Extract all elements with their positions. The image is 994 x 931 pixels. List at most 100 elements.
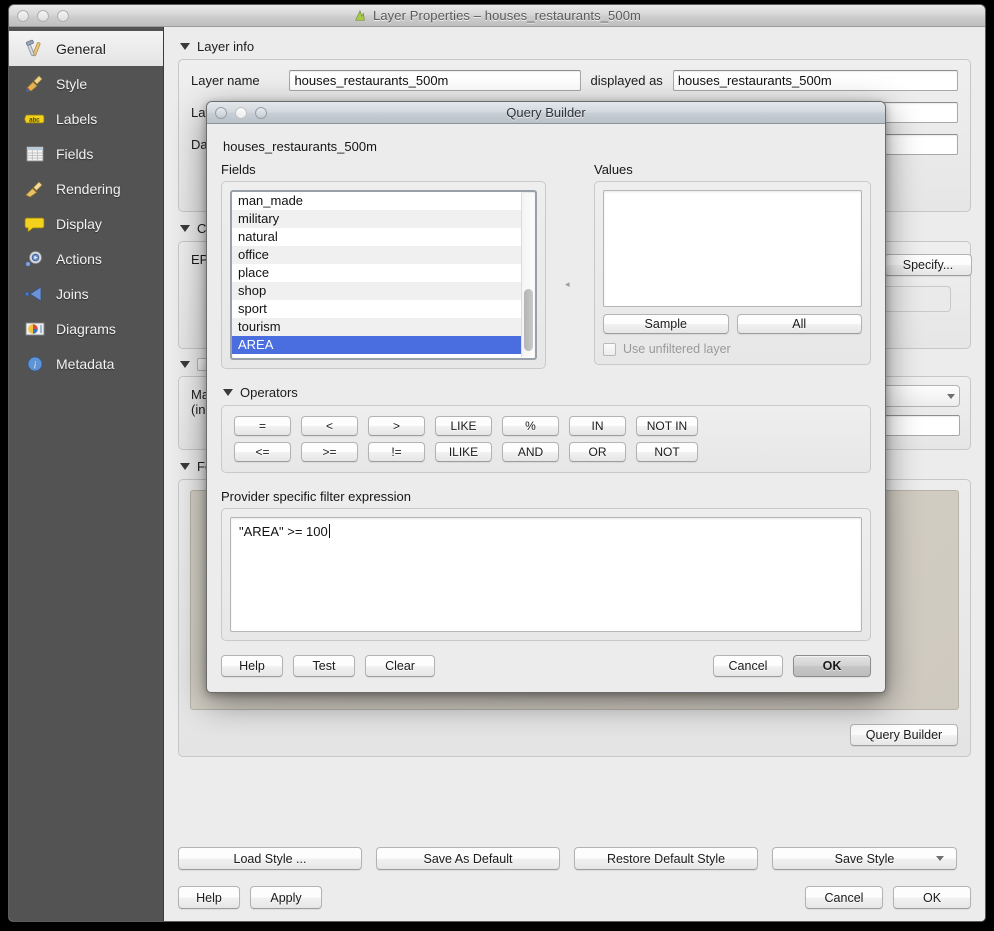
layer-name-input[interactable]: houses_restaurants_500m <box>289 70 580 91</box>
operators-label: Operators <box>240 385 298 400</box>
minimize-button[interactable] <box>37 10 49 22</box>
chevron-down-icon[interactable] <box>936 856 944 861</box>
sidebar-item-label: Metadata <box>56 356 114 372</box>
main-titlebar[interactable]: Layer Properties – houses_restaurants_50… <box>9 5 985 27</box>
qb-buttons-left: Help Test Clear <box>221 655 435 677</box>
list-item[interactable]: tourism <box>232 318 521 336</box>
collapse-triangle-icon[interactable] <box>180 225 190 232</box>
load-style-button[interactable]: Load Style ... <box>178 847 362 870</box>
query-builder-button[interactable]: Query Builder <box>850 724 958 746</box>
sample-values-button[interactable]: Sample <box>603 314 729 334</box>
operator-or-button[interactable]: OR <box>569 442 626 462</box>
query-builder-titlebar[interactable]: Query Builder <box>207 102 885 124</box>
sidebar-item-label: Rendering <box>56 181 121 197</box>
layer-name-row: Layer name houses_restaurants_500m displ… <box>191 70 958 91</box>
sidebar-item-actions[interactable]: Actions <box>9 241 163 276</box>
use-unfiltered-layer-checkbox <box>603 343 616 356</box>
sidebar-item-metadata[interactable]: i Metadata <box>9 346 163 381</box>
values-buttons-row: Sample All <box>603 314 862 334</box>
collapse-triangle-icon[interactable] <box>223 389 233 396</box>
list-item[interactable]: place <box>232 264 521 282</box>
values-label: Values <box>594 162 871 177</box>
operator-less-equal-button[interactable]: <= <box>234 442 291 462</box>
collapse-triangle-icon[interactable] <box>180 463 190 470</box>
cancel-button[interactable]: Cancel <box>805 886 883 909</box>
qb-minimize-button[interactable] <box>235 107 247 119</box>
qb-zoom-button[interactable] <box>255 107 267 119</box>
svg-text:i: i <box>34 360 37 371</box>
list-item[interactable]: sport <box>232 300 521 318</box>
list-item[interactable]: office <box>232 246 521 264</box>
sidebar-item-label: Diagrams <box>56 321 116 337</box>
operator-not-button[interactable]: NOT <box>636 442 698 462</box>
list-item[interactable]: natural <box>232 228 521 246</box>
sidebar-item-display[interactable]: Display <box>9 206 163 241</box>
sidebar-item-rendering[interactable]: Rendering <box>9 171 163 206</box>
operator-not-in-button[interactable]: NOT IN <box>636 416 698 436</box>
sidebar-item-style[interactable]: Style <box>9 66 163 101</box>
values-listbox[interactable] <box>603 190 862 307</box>
qb-test-button[interactable]: Test <box>293 655 355 677</box>
qb-close-button[interactable] <box>215 107 227 119</box>
operator-less-than-button[interactable]: < <box>301 416 358 436</box>
layer-name-label: Layer name <box>191 73 279 88</box>
use-unfiltered-layer-row[interactable]: Use unfiltered layer <box>603 342 862 356</box>
qb-ok-button[interactable]: OK <box>793 655 871 677</box>
list-item-selected[interactable]: AREA <box>232 336 521 354</box>
sidebar-item-labels[interactable]: abc Labels <box>9 101 163 136</box>
svg-text:abc: abc <box>29 116 40 123</box>
operator-greater-equal-button[interactable]: >= <box>301 442 358 462</box>
collapse-triangle-icon[interactable] <box>180 361 190 368</box>
operator-not-equal-button[interactable]: != <box>368 442 425 462</box>
values-frame: Sample All Use unfiltered layer <box>594 181 871 365</box>
sidebar-item-diagrams[interactable]: Diagrams <box>9 311 163 346</box>
window-controls[interactable] <box>17 10 69 22</box>
sidebar-item-fields[interactable]: Fields <box>9 136 163 171</box>
operators-row-1: = < > LIKE % IN NOT IN <box>234 416 858 436</box>
fields-listbox[interactable]: man_made military natural office place s… <box>230 190 537 360</box>
chevron-down-icon[interactable] <box>947 394 955 399</box>
operator-equals-button[interactable]: = <box>234 416 291 436</box>
save-style-dropdown-button[interactable]: Save Style <box>772 847 957 870</box>
operators-header[interactable]: Operators <box>223 385 871 400</box>
sidebar: General Style abc <box>9 27 164 922</box>
help-button[interactable]: Help <box>178 886 240 909</box>
filter-expression-input[interactable]: "AREA" >= 100 <box>230 517 862 632</box>
specify-crs-button[interactable]: Specify... <box>884 254 972 276</box>
qb-cancel-button[interactable]: Cancel <box>713 655 783 677</box>
list-item[interactable]: military <box>232 210 521 228</box>
list-item[interactable]: shop <box>232 282 521 300</box>
layer-info-header[interactable]: Layer info <box>180 39 971 54</box>
expression-label: Provider specific filter expression <box>221 489 871 504</box>
operator-and-button[interactable]: AND <box>502 442 559 462</box>
all-values-button[interactable]: All <box>737 314 863 334</box>
sidebar-item-general[interactable]: General <box>9 31 163 66</box>
ok-button[interactable]: OK <box>893 886 971 909</box>
broom-icon <box>23 178 47 200</box>
sidebar-item-joins[interactable]: Joins <box>9 276 163 311</box>
fields-scrollbar-thumb[interactable] <box>524 289 533 351</box>
save-as-default-button[interactable]: Save As Default <box>376 847 560 870</box>
splitter-handle-icon[interactable]: ◂ <box>565 280 574 289</box>
operator-like-button[interactable]: LIKE <box>435 416 492 436</box>
qb-clear-button[interactable]: Clear <box>365 655 435 677</box>
operator-greater-than-button[interactable]: > <box>368 416 425 436</box>
restore-default-style-button[interactable]: Restore Default Style <box>574 847 758 870</box>
panel-splitter[interactable]: ◂ <box>562 162 578 369</box>
qb-window-controls[interactable] <box>215 107 267 119</box>
chart-icon <box>23 318 47 340</box>
fields-scrollbar[interactable] <box>521 193 534 357</box>
operator-ilike-button[interactable]: ILIKE <box>435 442 492 462</box>
fields-column: Fields man_made military natural office … <box>221 162 546 369</box>
list-item[interactable]: man_made <box>232 192 521 210</box>
zoom-button[interactable] <box>57 10 69 22</box>
window-title-group: Layer Properties – houses_restaurants_50… <box>353 8 641 23</box>
close-button[interactable] <box>17 10 29 22</box>
operator-percent-button[interactable]: % <box>502 416 559 436</box>
apply-button[interactable]: Apply <box>250 886 322 909</box>
operator-in-button[interactable]: IN <box>569 416 626 436</box>
sidebar-item-label: Joins <box>56 286 89 302</box>
qb-help-button[interactable]: Help <box>221 655 283 677</box>
collapse-triangle-icon[interactable] <box>180 43 190 50</box>
displayed-as-input[interactable]: houses_restaurants_500m <box>673 70 958 91</box>
